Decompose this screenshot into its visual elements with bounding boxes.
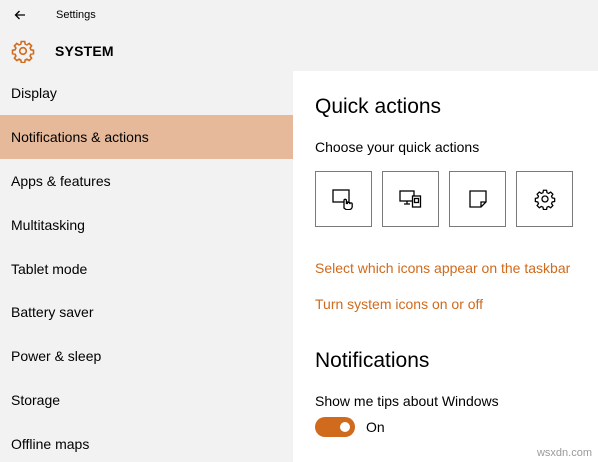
- window-title: Settings: [56, 9, 96, 21]
- settings-icon: [534, 189, 555, 210]
- sidebar-item-storage[interactable]: Storage: [0, 378, 293, 422]
- toggle-knob: [340, 422, 350, 432]
- sidebar: Display Notifications & actions Apps & f…: [0, 71, 293, 462]
- sidebar-item-offline-maps[interactable]: Offline maps: [0, 422, 293, 462]
- quick-action-tile-project[interactable]: [382, 171, 439, 227]
- title-bar: Settings: [0, 0, 598, 30]
- back-button[interactable]: [0, 0, 40, 30]
- sidebar-item-tablet-mode[interactable]: Tablet mode: [0, 247, 293, 291]
- sidebar-item-power-sleep[interactable]: Power & sleep: [0, 334, 293, 378]
- notifications-heading: Notifications: [315, 349, 430, 372]
- sidebar-item-multitasking[interactable]: Multitasking: [0, 203, 293, 247]
- link-system-icons[interactable]: Turn system icons on or off: [315, 296, 483, 312]
- tips-toggle-switch[interactable]: [315, 417, 355, 437]
- back-arrow-icon: [14, 10, 25, 20]
- watermark: wsxdn.com: [536, 447, 592, 459]
- sidebar-item-display[interactable]: Display: [0, 71, 293, 115]
- tips-toggle-state: On: [366, 419, 385, 435]
- gear-icon: [11, 39, 35, 63]
- tips-label: Show me tips about Windows: [315, 393, 499, 409]
- link-taskbar-icons[interactable]: Select which icons appear on the taskbar: [315, 260, 570, 276]
- tips-toggle-row: On: [315, 417, 385, 437]
- sidebar-item-notifications-actions[interactable]: Notifications & actions: [0, 114, 293, 159]
- sidebar-item-apps-features[interactable]: Apps & features: [0, 159, 293, 203]
- quick-actions-subtitle: Choose your quick actions: [315, 139, 480, 155]
- section-header: SYSTEM: [0, 30, 598, 71]
- main-content: Quick actions Choose your quick actions: [293, 71, 598, 462]
- sidebar-item-battery-saver[interactable]: Battery saver: [0, 290, 293, 334]
- tablet-mode-icon: [331, 189, 353, 210]
- quick-action-tile-settings[interactable]: [516, 171, 573, 227]
- quick-action-tile-note[interactable]: [449, 171, 506, 227]
- quick-actions-heading: Quick actions: [315, 95, 442, 118]
- quick-action-tile-tablet-mode[interactable]: [315, 171, 372, 227]
- project-icon: [398, 190, 421, 208]
- note-icon: [468, 190, 487, 208]
- quick-action-tiles: [315, 171, 573, 227]
- section-title: SYSTEM: [55, 42, 114, 59]
